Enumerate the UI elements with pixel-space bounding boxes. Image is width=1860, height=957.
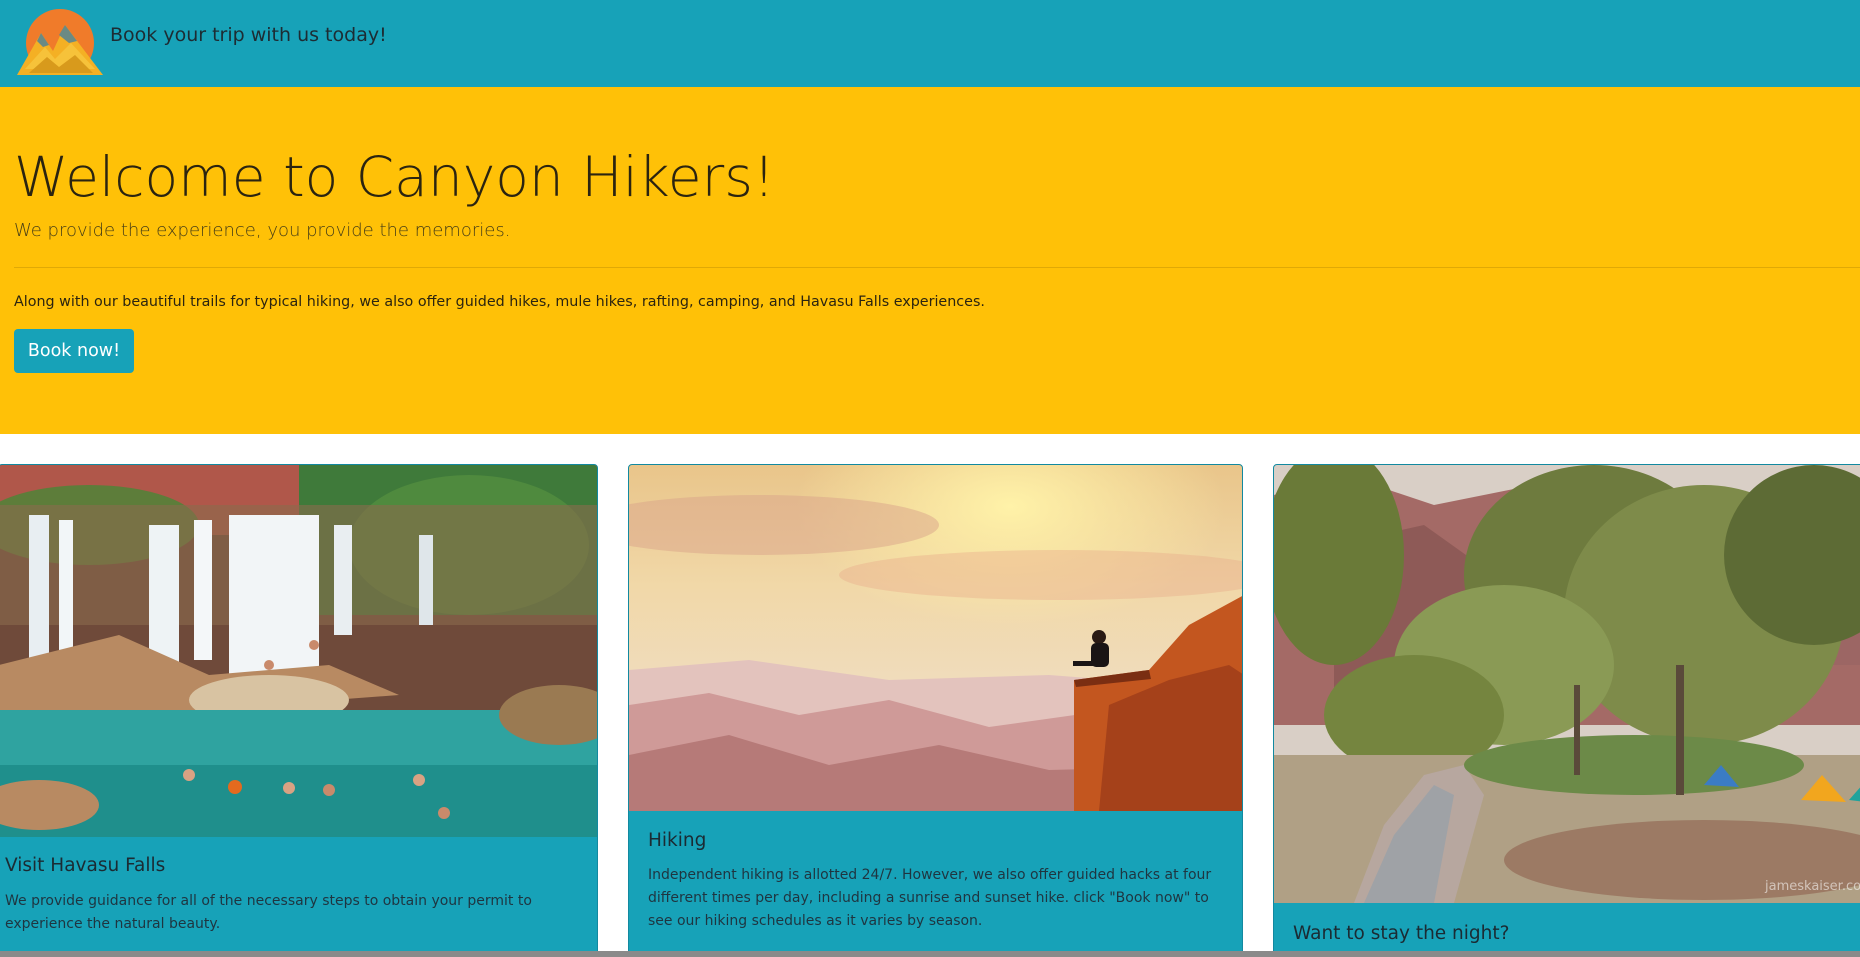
mountain-sun-logo-icon[interactable] (15, 3, 105, 75)
page-bottom-edge (0, 951, 1860, 957)
hero-lead: We provide the experience, you provide t… (14, 220, 511, 241)
waterfall-pool-image (0, 465, 597, 837)
page-title: Welcome to Canyon Hikers! (14, 145, 775, 209)
canyon-cliff-hiker-image (629, 465, 1242, 811)
book-now-button[interactable]: Book now! (14, 329, 134, 373)
card-text: We provide guidance for all of the neces… (5, 893, 532, 932)
card-title: Want to stay the night? (1293, 923, 1510, 944)
card-havasu-falls: Visit Havasu Falls We provide guidance f… (0, 464, 598, 957)
card-text: Independent hiking is allotted 24/7. How… (648, 867, 1212, 929)
hero-description: Along with our beautiful trails for typi… (14, 294, 985, 310)
image-watermark: jameskaiser.co (1765, 879, 1860, 894)
navbar-tagline: Book your trip with us today! (110, 24, 387, 46)
canyon-campground-image (1274, 465, 1860, 903)
hero-jumbotron: Welcome to Canyon Hikers! We provide the… (0, 87, 1860, 434)
card-camping: jameskaiser.co Want to stay the night? (1273, 464, 1860, 957)
card-title: Hiking (648, 830, 707, 851)
card-hiking: Hiking Independent hiking is allotted 24… (628, 464, 1243, 957)
hero-divider (14, 267, 1860, 268)
navbar: Book your trip with us today! (0, 0, 1860, 87)
card-title: Visit Havasu Falls (5, 855, 166, 876)
